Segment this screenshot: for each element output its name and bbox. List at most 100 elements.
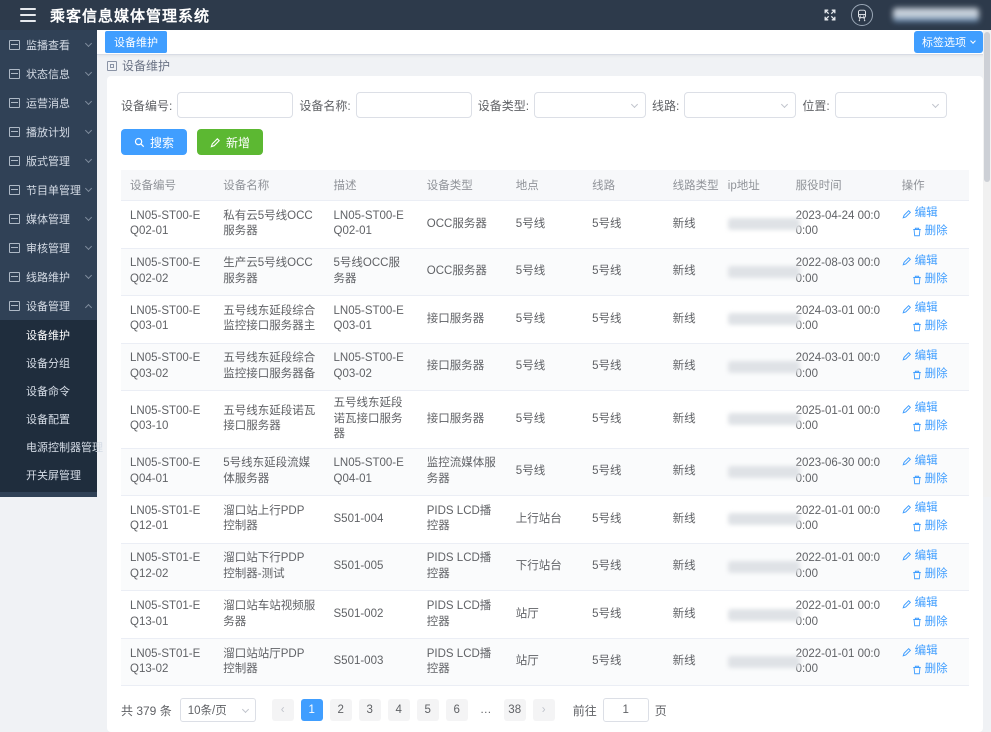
tab-bar: 设备维护 标签选项 <box>97 30 991 55</box>
next-page-button[interactable]: › <box>533 699 555 721</box>
sidebar-item-playlist-mgmt[interactable]: 节目单管理 <box>0 175 97 204</box>
sidebar-item-status-info[interactable]: 状态信息 <box>0 59 97 88</box>
user-avatar[interactable] <box>851 4 873 26</box>
filter-device-no: 设备编号: <box>121 92 293 118</box>
delete-icon <box>912 370 922 380</box>
edit-link[interactable]: 编辑 <box>902 549 938 565</box>
cell-line: 5号线 <box>583 201 664 249</box>
delete-link[interactable]: 删除 <box>912 519 948 535</box>
delete-link[interactable]: 删除 <box>912 615 948 631</box>
prev-page-button[interactable]: ‹ <box>272 699 294 721</box>
edit-link[interactable]: 编辑 <box>902 349 938 365</box>
chevron-down-icon <box>85 185 92 192</box>
cell-ops: 编辑删除 <box>893 543 969 591</box>
sidebar-subitem-power-controller-mgmt[interactable]: 电源控制器管理 <box>0 434 97 462</box>
search-button[interactable]: 搜索 <box>121 129 187 155</box>
sidebar-subitem-switch-screen-mgmt[interactable]: 开关屏管理 <box>0 462 97 490</box>
cell-location: 5号线 <box>507 343 583 391</box>
cell-device_name: 生产云5号线OCC服务器 <box>214 248 324 296</box>
briefcase-icon <box>9 156 20 166</box>
col-device-type: 设备类型 <box>418 170 507 201</box>
sidebar-subitem-device-config[interactable]: 设备配置 <box>0 406 97 434</box>
cell-service_time: 2024-03-01 00:00:00 <box>787 343 893 391</box>
goto-page-input[interactable] <box>603 698 649 722</box>
edit-link[interactable]: 编辑 <box>902 454 938 470</box>
goto-label: 前往 <box>573 702 597 719</box>
goto-page: 前往 页 <box>573 698 667 722</box>
cell-ops: 编辑删除 <box>893 391 969 449</box>
col-line: 线路 <box>583 170 664 201</box>
cell-line_type: 新线 <box>664 201 719 249</box>
sidebar-item-device-mgmt[interactable]: 设备管理 <box>0 291 97 320</box>
page-button-38[interactable]: 38 <box>504 699 526 721</box>
sidebar-item-play-plan[interactable]: 播放计划 <box>0 117 97 146</box>
cell-device_no: LN05-ST01-EQ13-02 <box>121 638 214 686</box>
tag-options-button[interactable]: 标签选项 <box>914 31 983 53</box>
device-name-input[interactable] <box>356 92 472 118</box>
redacted-ip <box>728 361 800 373</box>
sidebar-subitem-device-maintenance[interactable]: 设备维护 <box>0 322 97 350</box>
sidebar-item-layout-mgmt[interactable]: 版式管理 <box>0 146 97 175</box>
delete-link[interactable]: 删除 <box>912 319 948 335</box>
page-button-5[interactable]: 5 <box>417 699 439 721</box>
delete-link[interactable]: 删除 <box>912 662 948 678</box>
check-square-icon <box>9 243 20 253</box>
cell-description: LN05-ST00-EQ03-01 <box>325 296 418 344</box>
delete-link[interactable]: 删除 <box>912 567 948 583</box>
edit-link[interactable]: 编辑 <box>902 301 938 317</box>
hamburger-menu-icon[interactable] <box>20 8 36 22</box>
edit-link[interactable]: 编辑 <box>902 501 938 517</box>
chevron-down-icon <box>85 98 92 105</box>
fullscreen-toggle-icon[interactable] <box>823 8 837 22</box>
page-buttons: ‹ 123456 … 38 › <box>272 699 555 721</box>
sidebar-item-operation-message[interactable]: 运营消息 <box>0 88 97 117</box>
chevron-up-icon <box>85 303 92 310</box>
delete-link[interactable]: 删除 <box>912 419 948 435</box>
delete-link[interactable]: 删除 <box>912 224 948 240</box>
edit-icon <box>902 256 912 266</box>
tab-device-maintenance[interactable]: 设备维护 <box>105 31 167 53</box>
edit-icon <box>902 404 912 414</box>
sidebar-subitem-device-command[interactable]: 设备命令 <box>0 378 97 406</box>
sidebar-item-monitor-view[interactable]: 监播查看 <box>0 30 97 59</box>
page-button-4[interactable]: 4 <box>388 699 410 721</box>
cell-location: 站厅 <box>507 591 583 639</box>
cell-device_type: PIDS LCD播控器 <box>418 543 507 591</box>
delete-link[interactable]: 删除 <box>912 472 948 488</box>
cell-ops: 编辑删除 <box>893 201 969 249</box>
position-select[interactable] <box>835 92 947 118</box>
edit-icon <box>902 551 912 561</box>
cell-ip <box>719 201 787 249</box>
edit-link[interactable]: 编辑 <box>902 401 938 417</box>
delete-link[interactable]: 删除 <box>912 367 948 383</box>
cell-ops: 编辑删除 <box>893 448 969 496</box>
chevron-down-icon <box>85 69 92 76</box>
cell-line_type: 新线 <box>664 391 719 449</box>
page-ellipsis: … <box>475 699 497 721</box>
delete-link[interactable]: 删除 <box>912 272 948 288</box>
page-button-1[interactable]: 1 <box>301 699 323 721</box>
page-button-3[interactable]: 3 <box>359 699 381 721</box>
cell-device_no: LN05-ST00-EQ02-01 <box>121 201 214 249</box>
sidebar-item-line-maintenance[interactable]: 线路维护 <box>0 262 97 291</box>
sidebar-item-media-mgmt[interactable]: 媒体管理 <box>0 204 97 233</box>
scrollbar-thumb[interactable] <box>984 32 990 182</box>
sidebar-item-audit-mgmt[interactable]: 审核管理 <box>0 233 97 262</box>
edit-link[interactable]: 编辑 <box>902 644 938 660</box>
page-button-2[interactable]: 2 <box>330 699 352 721</box>
sidebar-subitem-device-group[interactable]: 设备分组 <box>0 350 97 378</box>
page-button-6[interactable]: 6 <box>446 699 468 721</box>
scrollbar[interactable] <box>983 30 991 497</box>
add-button[interactable]: 新增 <box>197 129 263 155</box>
username-redacted[interactable] <box>893 8 979 22</box>
edit-link[interactable]: 编辑 <box>902 596 938 612</box>
page-size-select[interactable]: 10条/页 <box>180 698 256 722</box>
edit-link[interactable]: 编辑 <box>902 254 938 270</box>
main-area: 设备维护 标签选项 设备维护 设备编号: 设备名称: 设备类型: 线路: <box>97 30 991 497</box>
delete-icon <box>912 570 922 580</box>
device-type-select[interactable] <box>534 92 646 118</box>
line-select[interactable] <box>684 92 796 118</box>
cell-line: 5号线 <box>583 296 664 344</box>
device-no-input[interactable] <box>177 92 293 118</box>
edit-link[interactable]: 编辑 <box>902 206 938 222</box>
